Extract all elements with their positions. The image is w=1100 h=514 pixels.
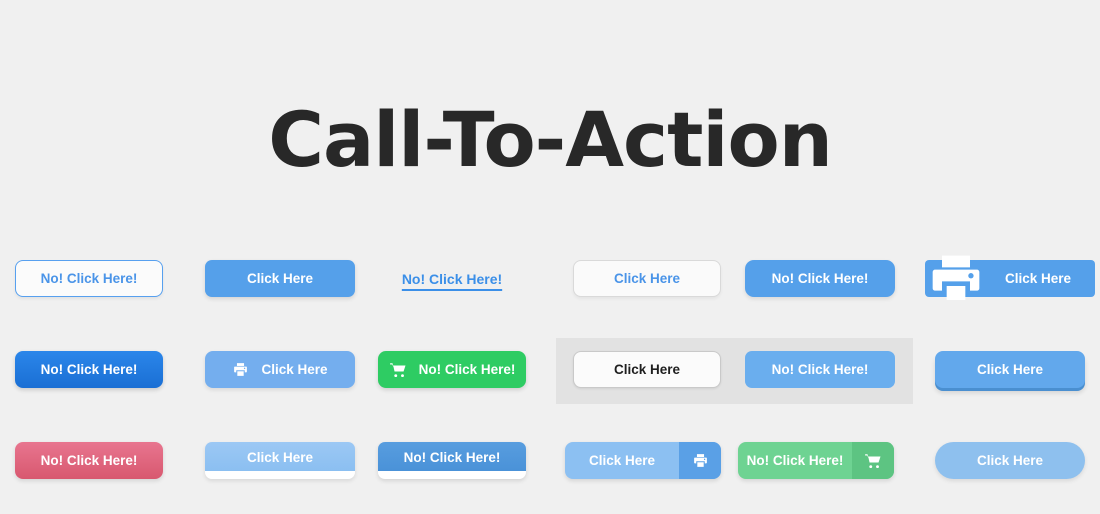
cta-button-r3c3[interactable]: No! Click Here! — [378, 442, 526, 479]
cta-label-r3c2: Click Here — [246, 450, 314, 465]
cta-label-r3c5: No! Click Here! — [746, 453, 844, 468]
cta-button-r2c5[interactable]: No! Click Here! — [745, 351, 895, 388]
cta-label-r1c4: Click Here — [613, 271, 681, 286]
cta-label-r3c3: No! Click Here! — [403, 450, 501, 465]
cta-link-r1c3[interactable]: No! Click Here! — [378, 260, 526, 297]
cta-label-r3c6: Click Here — [976, 453, 1044, 468]
cta-button-r1c1[interactable]: No! Click Here! — [15, 260, 163, 297]
printer-icon[interactable] — [679, 442, 721, 479]
cta-button-r2c1[interactable]: No! Click Here! — [15, 351, 163, 388]
printer-icon — [232, 361, 249, 378]
printer-icon — [925, 248, 987, 309]
cta-label-r3c4: Click Here — [588, 453, 656, 468]
cta-label-r2c6: Click Here — [976, 362, 1044, 377]
cta-label-r1c6: Click Here — [1004, 271, 1071, 286]
cta-button-r3c5[interactable]: No! Click Here! — [738, 442, 894, 479]
cta-main-r3c4[interactable]: Click Here — [565, 442, 679, 479]
cta-label-r2c1: No! Click Here! — [40, 362, 138, 377]
cta-label-r1c2: Click Here — [246, 271, 314, 286]
cta-label-r3c1: No! Click Here! — [40, 453, 138, 468]
cta-button-r2c3[interactable]: No! Click Here! — [378, 351, 526, 388]
cta-button-r1c5[interactable]: No! Click Here! — [745, 260, 895, 297]
cta-label-r2c5: No! Click Here! — [771, 362, 869, 377]
cta-button-r3c6[interactable]: Click Here — [935, 442, 1085, 479]
cta-label-r1c1: No! Click Here! — [40, 271, 138, 286]
cta-button-r1c2[interactable]: Click Here — [205, 260, 355, 297]
cta-label-r2c3: No! Click Here! — [418, 362, 516, 377]
cart-icon — [389, 361, 407, 379]
cta-button-r2c6[interactable]: Click Here — [935, 351, 1085, 388]
cta-button-r1c6[interactable]: Click Here — [925, 255, 1095, 300]
cta-button-r3c4[interactable]: Click Here — [565, 442, 721, 479]
cart-icon[interactable] — [852, 442, 894, 479]
cta-button-grid: No! Click Here! Click Here No! Click Her… — [0, 0, 1100, 514]
cta-button-r1c4[interactable]: Click Here — [573, 260, 721, 297]
cta-button-r3c1[interactable]: No! Click Here! — [15, 442, 163, 479]
cta-button-r2c4[interactable]: Click Here — [573, 351, 721, 388]
cta-label-r2c4: Click Here — [613, 362, 681, 377]
cta-button-r2c2[interactable]: Click Here — [205, 351, 355, 388]
cta-label-r1c5: No! Click Here! — [771, 271, 869, 286]
cta-main-r3c5[interactable]: No! Click Here! — [738, 442, 852, 479]
cta-label-r2c2: Click Here — [261, 362, 328, 377]
cta-label-r1c3: No! Click Here! — [401, 270, 503, 287]
cta-button-r3c2[interactable]: Click Here — [205, 442, 355, 479]
